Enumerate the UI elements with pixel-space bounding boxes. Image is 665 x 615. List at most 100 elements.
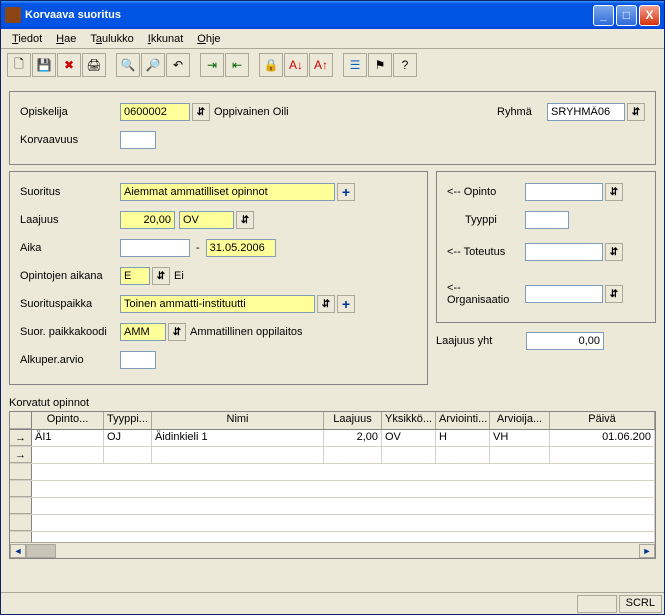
laajuus-label: Laajuus (20, 214, 120, 226)
opinto-link-input[interactable] (525, 183, 603, 201)
paikkakoodi-label: Suor. paikkakoodi (20, 326, 120, 338)
row-header-corner (10, 412, 32, 429)
laajuus-yht-input[interactable] (526, 332, 604, 350)
flag-icon[interactable]: ⚑ (368, 53, 392, 77)
organisaatio-link-lookup-button[interactable]: ⇵ (605, 285, 623, 303)
tyyppi-input[interactable] (525, 211, 569, 229)
window-title: Korvaava suoritus (25, 9, 121, 21)
suoritus-label: Suoritus (20, 186, 120, 198)
aika-sep: - (190, 242, 206, 254)
suoritus-add-button[interactable]: + (337, 183, 355, 201)
list-icon[interactable]: ☰ (343, 53, 367, 77)
suorituspaikka-lookup-button[interactable]: ⇵ (317, 295, 335, 313)
suorituspaikka-input[interactable] (120, 295, 315, 313)
help-icon[interactable]: ? (393, 53, 417, 77)
opiskelija-lookup-button[interactable]: ⇵ (192, 103, 210, 121)
korvatut-table: Opinto... Tyyppi... Nimi Laajuus Yksikkö… (9, 411, 656, 559)
col-laajuus[interactable]: Laajuus (324, 412, 382, 429)
undo-icon[interactable]: ↶ (166, 53, 190, 77)
close-button[interactable]: X (639, 5, 660, 26)
toolbar: 🗋 💾 ✖ 🖨 🔍 🔎 ↶ ⇥ ⇤ 🔒 A↓ A↑ ☰ ⚑ ? (1, 49, 664, 81)
laajuus-input[interactable] (120, 211, 175, 229)
aika-label: Aika (20, 242, 120, 254)
laajuus-yht-label: Laajuus yht (436, 335, 526, 347)
toteutus-link-input[interactable] (525, 243, 603, 261)
statusbar: SCRL (1, 592, 664, 614)
table-header: Opinto... Tyyppi... Nimi Laajuus Yksikkö… (10, 412, 655, 430)
sort-asc-icon[interactable]: A↓ (284, 53, 308, 77)
table-title: Korvatut opinnot (9, 397, 656, 409)
table-row[interactable]: → ÄI1 OJ Äidinkieli 1 2,00 OV H VH 01.06… (10, 430, 655, 447)
col-nimi[interactable]: Nimi (152, 412, 324, 429)
zoom-in-icon[interactable]: 🔍 (116, 53, 140, 77)
titlebar: Korvaava suoritus _ □ X (1, 1, 664, 29)
minimize-button[interactable]: _ (593, 5, 614, 26)
aika-from-input[interactable] (120, 239, 190, 257)
app-window: Korvaava suoritus _ □ X Tiedot Hae Taulu… (0, 0, 665, 615)
paikkakoodi-input[interactable] (120, 323, 166, 341)
print-icon[interactable]: 🖨 (82, 53, 106, 77)
organisaatio-link-input[interactable] (525, 285, 603, 303)
scroll-thumb[interactable] (26, 544, 56, 558)
col-arvioija[interactable]: Arvioija... (490, 412, 550, 429)
suorituspaikka-add-button[interactable]: + (337, 295, 355, 313)
menu-tiedot[interactable]: Tiedot (5, 31, 49, 47)
col-opinto[interactable]: Opinto... (32, 412, 104, 429)
opiskelija-label: Opiskelija (20, 106, 120, 118)
suoritus-input[interactable] (120, 183, 335, 201)
opintojen-label: Opintojen aikana (20, 270, 120, 282)
col-yksikko[interactable]: Yksikkö... (382, 412, 436, 429)
zoom-out-icon[interactable]: 🔎 (141, 53, 165, 77)
opiskelija-name: Oppivainen Oili (210, 106, 289, 118)
organisaatio-link-label: <-- Organisaatio (447, 282, 525, 306)
col-tyyppi[interactable]: Tyyppi... (104, 412, 152, 429)
ryhma-label: Ryhmä (497, 106, 547, 118)
scroll-right-icon[interactable]: ► (639, 544, 655, 558)
status-scrl: SCRL (619, 595, 662, 613)
opinto-link-label: <-- Opinto (447, 186, 525, 198)
opiskelija-input[interactable] (120, 103, 190, 121)
opintojen-input[interactable] (120, 267, 150, 285)
tree-collapse-icon[interactable]: ⇤ (225, 53, 249, 77)
maximize-button[interactable]: □ (616, 5, 637, 26)
suoritus-panel: Suoritus + Laajuus ⇵ Aika - Opi (9, 171, 428, 385)
lock-icon[interactable]: 🔒 (259, 53, 283, 77)
alkuper-input[interactable] (120, 351, 156, 369)
status-cell-empty (577, 595, 617, 613)
sort-desc-icon[interactable]: A↑ (309, 53, 333, 77)
table-row[interactable]: → (10, 447, 655, 464)
opintojen-text: Ei (170, 270, 184, 282)
menu-taulukko[interactable]: Taulukko (83, 31, 140, 47)
suorituspaikka-label: Suorituspaikka (20, 298, 120, 310)
aika-to-input[interactable] (206, 239, 276, 257)
toteutus-link-lookup-button[interactable]: ⇵ (605, 243, 623, 261)
horizontal-scrollbar[interactable]: ◄ ► (10, 542, 655, 558)
row-selector-icon[interactable]: → (10, 447, 32, 463)
ryhma-lookup-button[interactable]: ⇵ (627, 103, 645, 121)
col-arviointi[interactable]: Arviointi... (436, 412, 490, 429)
scroll-left-icon[interactable]: ◄ (10, 544, 26, 558)
paikkakoodi-text: Ammatillinen oppilaitos (186, 326, 303, 338)
app-icon (5, 7, 21, 23)
menubar: Tiedot Hae Taulukko Ikkunat Ohje (1, 29, 664, 49)
tree-expand-icon[interactable]: ⇥ (200, 53, 224, 77)
ryhma-input[interactable] (547, 103, 625, 121)
save-icon[interactable]: 💾 (32, 53, 56, 77)
opinto-link-lookup-button[interactable]: ⇵ (605, 183, 623, 201)
col-paiva[interactable]: Päivä (550, 412, 655, 429)
content-area: Opiskelija ⇵ Oppivainen Oili Ryhmä ⇵ Kor… (1, 81, 664, 592)
menu-ohje[interactable]: Ohje (190, 31, 227, 47)
menu-hae[interactable]: Hae (49, 31, 83, 47)
laajuus-unit-input[interactable] (179, 211, 234, 229)
opintojen-lookup-button[interactable]: ⇵ (152, 267, 170, 285)
tyyppi-label: Tyyppi (447, 214, 525, 226)
toteutus-link-label: <-- Toteutus (447, 246, 525, 258)
korvaavuus-input[interactable] (120, 131, 156, 149)
laajuus-unit-lookup-button[interactable]: ⇵ (236, 211, 254, 229)
links-panel: <-- Opinto ⇵ Tyyppi <-- Toteutus ⇵ (436, 171, 656, 323)
delete-icon[interactable]: ✖ (57, 53, 81, 77)
row-selector-icon[interactable]: → (10, 430, 32, 446)
menu-ikkunat[interactable]: Ikkunat (141, 31, 190, 47)
new-icon[interactable]: 🗋 (7, 53, 31, 77)
paikkakoodi-lookup-button[interactable]: ⇵ (168, 323, 186, 341)
